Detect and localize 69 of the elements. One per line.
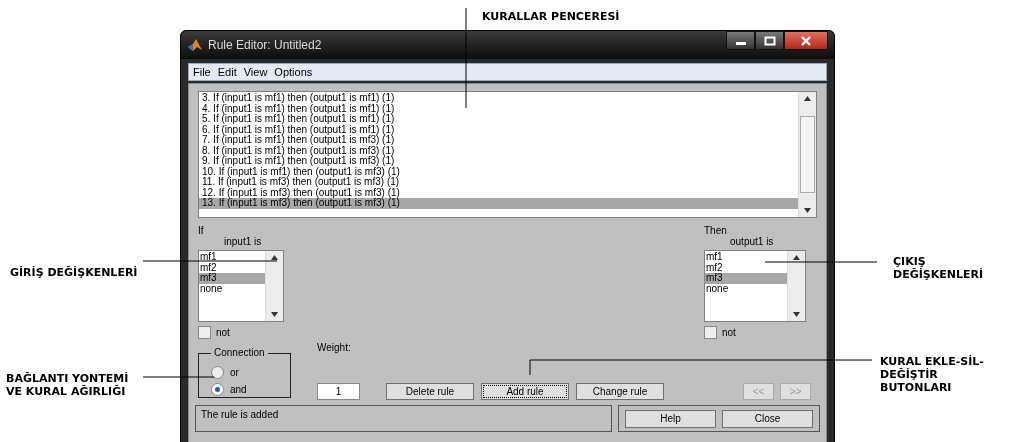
group-title: Connection [211, 347, 268, 358]
menu-item[interactable]: File [193, 66, 211, 78]
annotation-label: KURAL EKLE-SİL-DEĞİŞTİR BUTONLARI [880, 355, 985, 394]
rule-list[interactable] [198, 91, 817, 218]
app-logo-icon [187, 38, 203, 52]
rule-item[interactable]: 11. If (input1 is mf3) then (output1 is mf3) (1) [199, 177, 798, 188]
list-item[interactable]: mf2 [199, 262, 265, 273]
list-item[interactable]: mf1 [199, 252, 265, 263]
membership-list[interactable]: mf1 mf2 mf3 none [704, 250, 806, 322]
scroll-bar[interactable] [798, 92, 816, 217]
list-item[interactable]: none [199, 283, 265, 294]
annotation-label: KURALLAR PENCERESİ [482, 10, 620, 23]
menu-item[interactable]: Edit [217, 66, 237, 78]
list-item[interactable]: mf2 [705, 262, 787, 273]
list-item[interactable]: none [705, 283, 787, 294]
scroll-down-icon[interactable] [793, 312, 800, 317]
rule-item[interactable]: 13. If (input1 is mf3) then (output1 is mf3) (1) [199, 198, 798, 209]
checkbox-label: not [722, 327, 736, 338]
menu-item[interactable]: View [243, 66, 268, 78]
weight-field[interactable]: 1 [317, 383, 360, 400]
list-item[interactable]: mf3 [199, 273, 265, 284]
section-label: If [198, 225, 205, 236]
radio-button[interactable] [211, 383, 224, 396]
variable-label: input1 is [223, 236, 263, 247]
section-label: Then [704, 225, 728, 236]
scroll-up-icon[interactable] [804, 96, 811, 101]
menu-item[interactable]: Options [274, 66, 313, 78]
restore-button[interactable] [755, 31, 784, 50]
rule-item[interactable]: 12. If (input1 is mf3) then (output1 is mf3) (1) [199, 187, 798, 198]
annotation-label: BAĞLANTI YONTEMİ VE KURAL AĞIRLIĞI [6, 372, 130, 398]
rule-item[interactable]: 3. If (input1 is mf1) then (output1 is mf1) (1) [199, 93, 798, 104]
rule-button[interactable]: Delete rule [386, 383, 474, 400]
checkbox-label: not [216, 327, 230, 338]
rule-item[interactable]: 7. If (input1 is mf1) then (output1 is mf3) (1) [199, 135, 798, 146]
variable-label: output1 is [729, 236, 775, 247]
list-item[interactable]: mf3 [705, 273, 787, 284]
radio-label: or [230, 367, 239, 378]
dialog-button[interactable]: Help [625, 409, 716, 428]
annotation-label: GİRİŞ DEĞİŞKENLERİ [10, 266, 138, 279]
maximize-icon [763, 35, 776, 46]
scroll-down-icon[interactable] [271, 312, 278, 317]
close-icon [800, 35, 812, 46]
rule-item[interactable]: 10. If (input1 is mf1) then (output1 is mf3) (1) [199, 166, 798, 177]
window-title: Rule Editor: Untitled2 [208, 38, 322, 52]
rule-item[interactable]: 9. If (input1 is mf1) then (output1 is mf3) (1) [199, 156, 798, 167]
scroll-bar[interactable] [265, 251, 283, 321]
scroll-up-icon[interactable] [271, 255, 278, 260]
close-button[interactable] [784, 31, 828, 50]
radio-button[interactable] [211, 366, 224, 379]
scroll-down-icon[interactable] [804, 208, 811, 213]
rule-item[interactable]: 5. If (input1 is mf1) then (output1 is mf1) (1) [199, 114, 798, 125]
list-item[interactable]: mf1 [705, 252, 787, 263]
radio-label: and [230, 384, 247, 395]
rule-item[interactable]: 6. If (input1 is mf1) then (output1 is mf1) (1) [199, 124, 798, 135]
weight-label: Weight: [317, 342, 352, 353]
status-text: The rule is added [201, 409, 279, 420]
minimize-icon [735, 42, 746, 45]
not-checkbox[interactable] [704, 326, 717, 339]
scroll-up-icon[interactable] [793, 255, 800, 260]
rule-button[interactable]: Change rule [576, 383, 664, 400]
not-checkbox[interactable] [198, 326, 211, 339]
minimize-button[interactable] [726, 31, 755, 50]
rule-item[interactable]: 4. If (input1 is mf1) then (output1 is mf1) (1) [199, 103, 798, 114]
scroll-bar[interactable] [787, 251, 805, 321]
dialog-button[interactable]: Close [722, 409, 813, 428]
rule-item[interactable]: 8. If (input1 is mf1) then (output1 is mf3) (1) [199, 145, 798, 156]
membership-list[interactable]: mf1 mf2 mf3 none [198, 250, 284, 322]
annotation-label: ÇIKIŞ DEĞİŞKENLERİ [893, 255, 985, 281]
rule-button[interactable]: Add rule [481, 383, 569, 400]
